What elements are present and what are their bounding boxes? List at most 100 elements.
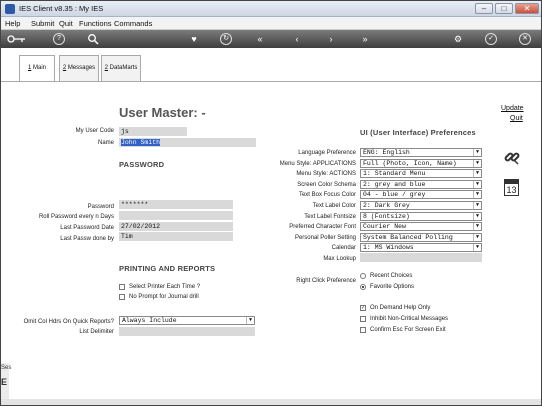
user-code-field[interactable]: js [119,127,187,136]
omit-col-hdrs-select[interactable]: Always Include ▼ [119,316,255,325]
ui-pref-select[interactable]: System Balanced Polling ▼ [360,233,482,242]
chevron-down-icon[interactable]: ▼ [473,234,481,241]
no-prompt-checkbox[interactable]: No Prompt for Journal drill [119,294,199,300]
chevron-down-icon[interactable]: ▼ [473,149,481,156]
close-icon[interactable]: ✕ [519,33,531,45]
quit-link[interactable]: Quit [510,115,523,122]
ui-pref-select[interactable]: 2: grey and blue ▼ [360,180,482,189]
menu-submit[interactable]: Submit [31,19,54,28]
name-field[interactable]: John Smith [119,138,256,147]
inhibit-messages-box[interactable] [360,316,366,322]
ui-pref-label: Text Label Fontsize [304,214,356,220]
menu-help[interactable]: Help [5,19,20,28]
last-passw-by-field[interactable]: Tim [119,232,233,241]
calendar-number: 13 [506,185,517,195]
ui-pref-label: Preferred Character Font [289,224,356,230]
app-window: IES Client v8.35 : My IES – □ ✕ Help Sub… [0,0,542,406]
ui-pref-label: Language Preference [298,150,356,156]
select-printer-box[interactable] [119,284,125,290]
roll-password-label: Roll Password every n Days [38,214,114,220]
confirm-esc-checkbox[interactable]: Confirm Esc For Screen Exit [360,327,446,333]
search-icon[interactable] [87,33,99,45]
help-icon[interactable]: ? [53,33,65,45]
no-prompt-box[interactable] [119,294,125,300]
ui-pref-select[interactable]: 8 (Fontsize) ▼ [360,212,482,221]
ui-pref-value: ENG: English [363,149,410,156]
key-icon[interactable] [7,33,27,45]
fast-forward-icon[interactable]: » [359,33,371,45]
on-demand-help-checkbox[interactable]: ✓ On Demand Help Only [360,305,430,311]
ui-pref-value: Courier New [363,223,406,230]
chevron-down-icon[interactable]: ▼ [473,160,481,167]
heart-icon[interactable]: ♥ [188,33,200,45]
inhibit-messages-checkbox[interactable]: Inhibit Non-Critical Messages [360,316,448,322]
update-link[interactable]: Update [501,105,524,112]
check-icon[interactable]: ✓ [485,33,497,45]
back-icon[interactable]: ‹ [291,33,303,45]
forward-icon[interactable]: › [325,33,337,45]
rewind-icon[interactable]: « [254,33,266,45]
menu-functions[interactable]: Functions [79,19,112,28]
maximize-button[interactable]: □ [495,3,513,14]
refresh-icon[interactable]: ↻ [220,33,232,45]
max-lookup-label: Max Lookup [323,256,356,262]
ui-pref-select[interactable]: Courier New ▼ [360,222,482,231]
minimize-button[interactable]: – [475,3,493,14]
ui-pref-select[interactable]: Full (Photo, Icon, Name) ▼ [360,159,482,168]
ui-pref-value: 04 - blue / grey [363,191,426,198]
ui-pref-value: System Balanced Polling [363,234,453,241]
ui-pref-select[interactable]: 2: Dark Grey ▼ [360,201,482,210]
list-delimiter-field[interactable] [119,327,255,336]
link-icon[interactable] [503,148,521,166]
title-bar: IES Client v8.35 : My IES – □ ✕ [1,1,541,17]
chevron-down-icon[interactable]: ▼ [473,191,481,198]
favorite-options-radio-dot[interactable] [360,284,366,290]
close-window-button[interactable]: ✕ [515,3,539,14]
menu-commands[interactable]: Commands [114,19,152,28]
ui-pref-select[interactable]: ENG: English ▼ [360,148,482,157]
favorite-options-label: Favorite Options [370,284,415,290]
side-label-bottom: E [1,377,8,387]
chevron-down-icon[interactable]: ▼ [473,244,481,251]
last-password-date-field[interactable]: 27/02/2012 [119,222,233,231]
last-passw-by-label: Last Passw done by [60,236,114,242]
ui-pref-select[interactable]: 04 - blue / grey ▼ [360,190,482,199]
chevron-down-icon[interactable]: ▼ [473,170,481,177]
on-demand-help-box[interactable]: ✓ [360,305,366,311]
recent-choices-radio-dot[interactable] [360,273,366,279]
left-side-panel: Ses E [1,363,11,399]
favorite-options-radio[interactable]: Favorite Options [360,284,414,290]
recent-choices-label: Recent Choices [370,273,413,279]
toolbar: ? ♥ ↻ « ‹ › » ⚙ ✓ ✕ [1,30,541,48]
omit-col-hdrs-label: Omit Col Hdrs On Quick Reports? [23,319,114,325]
ui-pref-label: Menu Style: ACTIONS [296,171,356,177]
ui-pref-value: 1: MS Windows [363,244,414,251]
menu-quit[interactable]: Quit [59,19,73,28]
tab-datamarts[interactable]: 2 DataMarts [101,55,141,81]
ui-pref-label: Screen Color Schema [297,182,356,188]
ui-pref-label: Personal Poller Setting [294,235,356,241]
user-code-label: My User Code [75,128,114,134]
chevron-down-icon[interactable]: ▼ [246,317,254,324]
name-value: John Smith [121,139,161,146]
password-field[interactable]: ******* [119,200,233,209]
chevron-down-icon[interactable]: ▼ [473,213,481,220]
password-section-title: PASSWORD [119,160,165,169]
roll-password-field[interactable] [119,211,233,220]
ui-pref-select[interactable]: 1: MS Windows ▼ [360,243,482,252]
settings-icon[interactable]: ⚙ [452,33,464,45]
chevron-down-icon[interactable]: ▼ [473,223,481,230]
max-lookup-field[interactable] [360,253,482,262]
confirm-esc-box[interactable] [360,327,366,333]
chevron-down-icon[interactable]: ▼ [473,181,481,188]
calendar-icon[interactable]: 13 [504,179,519,196]
tab-main[interactable]: 1 Main [19,55,55,82]
ui-pref-select[interactable]: 1: Standard Menu ▼ [360,169,482,178]
tab-bar: 1 Main 2 Messages 2 DataMarts [1,48,541,82]
select-printer-checkbox[interactable]: Select Printer Each Time ? [119,284,200,290]
chevron-down-icon[interactable]: ▼ [473,202,481,209]
menu-bar: Help Submit Quit Functions Commands [1,17,541,30]
ui-pref-label: Text Label Color [312,203,356,209]
recent-choices-radio[interactable]: Recent Choices [360,273,412,279]
tab-messages[interactable]: 2 Messages [59,55,99,81]
